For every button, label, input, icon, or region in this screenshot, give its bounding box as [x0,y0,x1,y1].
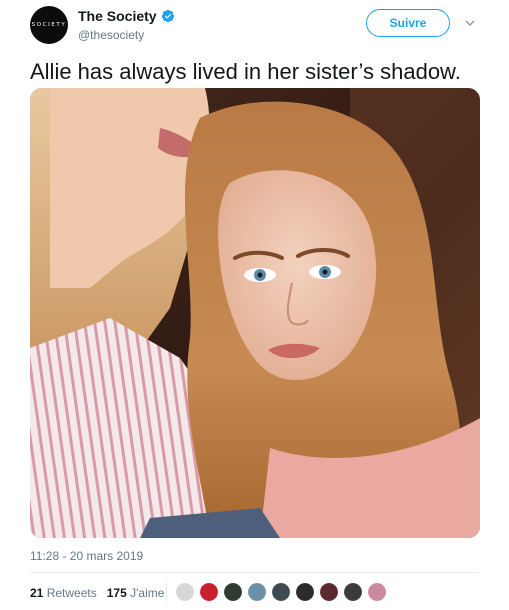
liker-avatar-4[interactable] [247,582,267,602]
liker-avatar-3[interactable] [223,582,243,602]
divider [30,572,478,573]
follow-button[interactable]: Suivre [366,9,450,37]
tweet-text: Allie has always lived in her sister’s s… [30,59,461,84]
avatar [320,583,338,601]
liker-avatars [175,582,391,602]
tweet-photo[interactable] [30,88,480,538]
liker-avatar-5[interactable] [271,582,291,602]
avatar [176,583,194,601]
likes-count: 175 [106,586,127,600]
liker-avatar-6[interactable] [295,582,315,602]
stats-divider [166,580,167,604]
avatar [224,583,242,601]
chevron-down-icon[interactable] [465,19,475,27]
avatar [272,583,290,601]
avatar [248,583,266,601]
verified-badge-icon [161,9,174,23]
tweet-photo-image [30,88,480,538]
account-avatar[interactable]: SOCIETY [30,6,68,44]
liker-avatar-1[interactable] [175,582,195,602]
retweets-stat[interactable]: 21 Retweets [30,586,97,600]
liker-avatar-2[interactable] [199,582,219,602]
liker-avatar-8[interactable] [343,582,363,602]
retweets-count: 21 [30,586,44,600]
tweet-timestamp[interactable]: 11:28 - 20 mars 2019 [30,549,143,563]
liker-avatar-9[interactable] [367,582,387,602]
likes-label: J'aime [130,586,165,600]
avatar [296,583,314,601]
avatar [200,583,218,601]
tweet-header: SOCIETY The Society @thesociety Suivre [0,0,509,52]
retweets-label: Retweets [46,586,97,600]
account-handle[interactable]: @thesociety [78,28,144,42]
avatar-wordmark: SOCIETY [31,22,67,28]
account-name-row[interactable]: The Society [78,8,175,24]
likes-stat[interactable]: 175 J'aime [107,586,165,600]
liker-avatar-7[interactable] [319,582,339,602]
avatar [368,583,386,601]
account-display-name[interactable]: The Society [78,8,157,24]
avatar [344,583,362,601]
tweet-stats: 21 Retweets 175 J'aime [30,585,174,601]
